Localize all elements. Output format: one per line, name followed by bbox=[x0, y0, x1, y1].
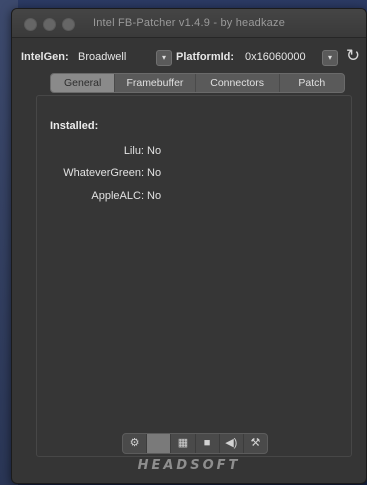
speaker-icon[interactable]: ◀) bbox=[220, 434, 244, 453]
intelgen-select[interactable]: Broadwell bbox=[78, 51, 126, 63]
installed-row-applealc: AppleALC: No bbox=[12, 190, 272, 206]
tab-framebuffer[interactable]: Framebuffer bbox=[115, 74, 196, 92]
applealc-value: No bbox=[147, 190, 162, 202]
window-title: Intel FB-Patcher v1.4.9 - by headkaze bbox=[92, 17, 286, 29]
platformid-label: PlatformId: bbox=[176, 51, 235, 63]
installed-heading: Installed: bbox=[50, 120, 99, 132]
bottom-toolbar: ⚙ ▦ ■ ◀) ⚒ bbox=[122, 433, 268, 454]
installed-row-whatevergreen: WhateverGreen: No bbox=[12, 167, 272, 183]
display-icon[interactable] bbox=[147, 434, 172, 453]
grid-icon[interactable]: ▦ bbox=[171, 434, 196, 453]
tab-bar: General Framebuffer Connectors Patch bbox=[50, 73, 345, 93]
intelgen-label: IntelGen: bbox=[21, 51, 69, 63]
gear-icon[interactable]: ⚙ bbox=[123, 434, 148, 453]
title-bar: Intel FB-Patcher v1.4.9 - by headkaze bbox=[12, 9, 366, 38]
applealc-label: AppleALC: bbox=[91, 190, 144, 202]
lilu-label: Lilu: bbox=[123, 145, 144, 157]
brand-logo: HEADSOFT bbox=[137, 458, 241, 473]
tab-connectors[interactable]: Connectors bbox=[196, 74, 280, 92]
tab-general[interactable]: General bbox=[51, 74, 116, 92]
platformid-dropdown-icon[interactable]: ▾ bbox=[322, 50, 338, 66]
toolbar: IntelGen: Broadwell ▾ PlatformId: 0x1606… bbox=[12, 46, 366, 73]
tab-patch[interactable]: Patch bbox=[280, 74, 344, 92]
whatevergreen-label: WhateverGreen: bbox=[63, 167, 144, 179]
platformid-select[interactable]: 0x16060000 bbox=[245, 51, 306, 63]
whatevergreen-value: No bbox=[147, 167, 162, 179]
tools-icon[interactable]: ⚒ bbox=[244, 434, 267, 453]
lilu-value: No bbox=[147, 145, 162, 157]
stop-icon[interactable]: ■ bbox=[196, 434, 220, 453]
intelgen-dropdown-icon[interactable]: ▾ bbox=[156, 50, 172, 66]
app-window: Intel FB-Patcher v1.4.9 - by headkaze In… bbox=[11, 8, 367, 484]
installed-row-lilu: Lilu: No bbox=[12, 145, 272, 161]
refresh-icon[interactable]: ↻ bbox=[343, 46, 363, 66]
